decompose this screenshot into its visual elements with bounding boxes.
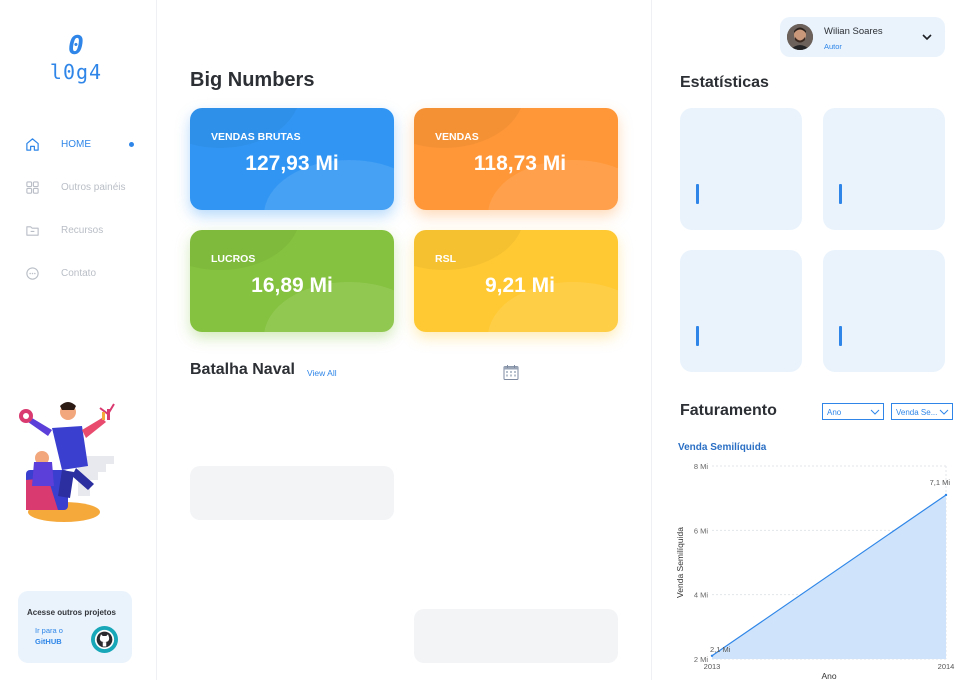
stat-indicator [696,326,699,346]
select-value: Ano [827,408,842,417]
card-value: 118,73 Mi [473,152,567,175]
stat-card[interactable] [823,108,945,230]
stat-card[interactable] [680,250,802,372]
folder-icon [24,222,40,238]
right-panel: Wilian Soares Autor Estatísticas Faturam… [651,0,967,680]
card-title: VENDAS [435,131,479,143]
logo[interactable]: 0 l0g4 [46,32,106,84]
x-tick-label: 2014 [938,662,955,671]
estatisticas-title: Estatísticas [680,74,769,91]
y-tick-label: 6 Mi [694,526,709,535]
x-axis-title: Ano [821,671,836,680]
stat-card[interactable] [823,250,945,372]
placeholder-panel [190,466,394,520]
logo-text: l0g4 [49,60,103,84]
github-link-prefix: Ir para o [35,626,63,635]
card-decoration [414,230,524,270]
active-indicator [129,141,134,147]
logo-mark: 0 [68,31,84,61]
main-content: Big Numbers VENDAS BRUTAS 127,93 Mi VEND… [157,0,651,680]
data-label: 2,1 Mi [710,645,731,654]
github-icon[interactable] [91,626,118,653]
github-card[interactable]: Acesse outros projetos Ir para o GitHUB [18,591,132,663]
dashboard-page: 0 l0g4 HOME Outros painéis Recursos Cont… [0,0,967,680]
sidebar-item-label: Outros painéis [61,181,126,193]
sidebar-item-outros-paineis[interactable]: Outros painéis [24,177,134,197]
data-point [944,493,948,497]
chevron-down-icon [870,408,880,416]
sidebar-item-home[interactable]: HOME [24,134,134,154]
card-title: LUCROS [211,253,256,265]
user-role: Autor [824,42,842,51]
avatar [787,24,813,50]
y-tick-label: 8 Mi [694,462,709,471]
placeholder-panel [414,609,618,663]
card-title: RSL [435,253,456,265]
card-value: 9,21 Mi [484,274,556,297]
data-label: 7,1 Mi [930,478,951,487]
stat-indicator [839,184,842,204]
stat-indicator [696,184,699,204]
stat-indicator [839,326,842,346]
card-rsl[interactable]: RSL 9,21 Mi [414,230,618,332]
sidebar-nav: HOME Outros painéis Recursos Contato [24,134,134,306]
faturamento-chart: 2 Mi4 Mi6 Mi8 Mi2,1 Mi7,1 Mi2013 2014AnoV… [675,462,955,680]
sidebar-item-recursos[interactable]: Recursos [24,220,134,240]
calendar-icon[interactable] [503,364,519,381]
batalha-naval-title: Batalha Naval [190,361,295,378]
github-link-label: GitHUB [35,637,62,646]
chevron-down-icon[interactable] [921,30,933,42]
sidebar-item-label: Contato [61,267,97,279]
x-tick-label: 2013 [704,662,721,671]
select-value: Venda Se... [896,408,938,417]
sidebar-item-label: HOME [61,138,91,150]
data-point [710,654,714,657]
chart-title: Venda Semilíquida [678,442,767,453]
github-link[interactable]: Ir para o GitHUB [35,625,63,647]
user-name: Wilian Soares [824,26,883,37]
y-tick-label: 4 Mi [694,591,709,600]
measure-filter-select[interactable]: Venda Se... [891,403,953,420]
big-numbers-title: Big Numbers [190,69,315,91]
sidebar-item-label: Recursos [61,224,104,236]
chevron-down-icon [939,408,949,416]
card-value: 16,89 Mi [251,274,333,297]
y-axis-title: Venda Semilíquida [675,527,685,598]
people-illustration [19,402,115,522]
sidebar: 0 l0g4 HOME Outros painéis Recursos Cont… [0,0,157,680]
github-card-title: Acesse outros projetos [27,608,116,617]
grid-icon [24,179,40,195]
card-lucros[interactable]: LUCROS 16,89 Mi [190,230,394,332]
ano-filter-select[interactable]: Ano [822,403,884,420]
home-icon [24,136,40,152]
sidebar-item-contato[interactable]: Contato [24,263,134,283]
user-menu[interactable]: Wilian Soares Autor [780,17,945,57]
card-title: VENDAS BRUTAS [211,131,301,143]
view-all-link[interactable]: View All [307,368,337,378]
stat-card[interactable] [680,108,802,230]
card-vendas[interactable]: VENDAS 118,73 Mi [414,108,618,210]
faturamento-title: Faturamento [680,402,777,419]
card-value: 127,93 Mi [245,152,339,175]
chat-icon [24,265,40,281]
card-vendas-brutas[interactable]: VENDAS BRUTAS 127,93 Mi [190,108,394,210]
